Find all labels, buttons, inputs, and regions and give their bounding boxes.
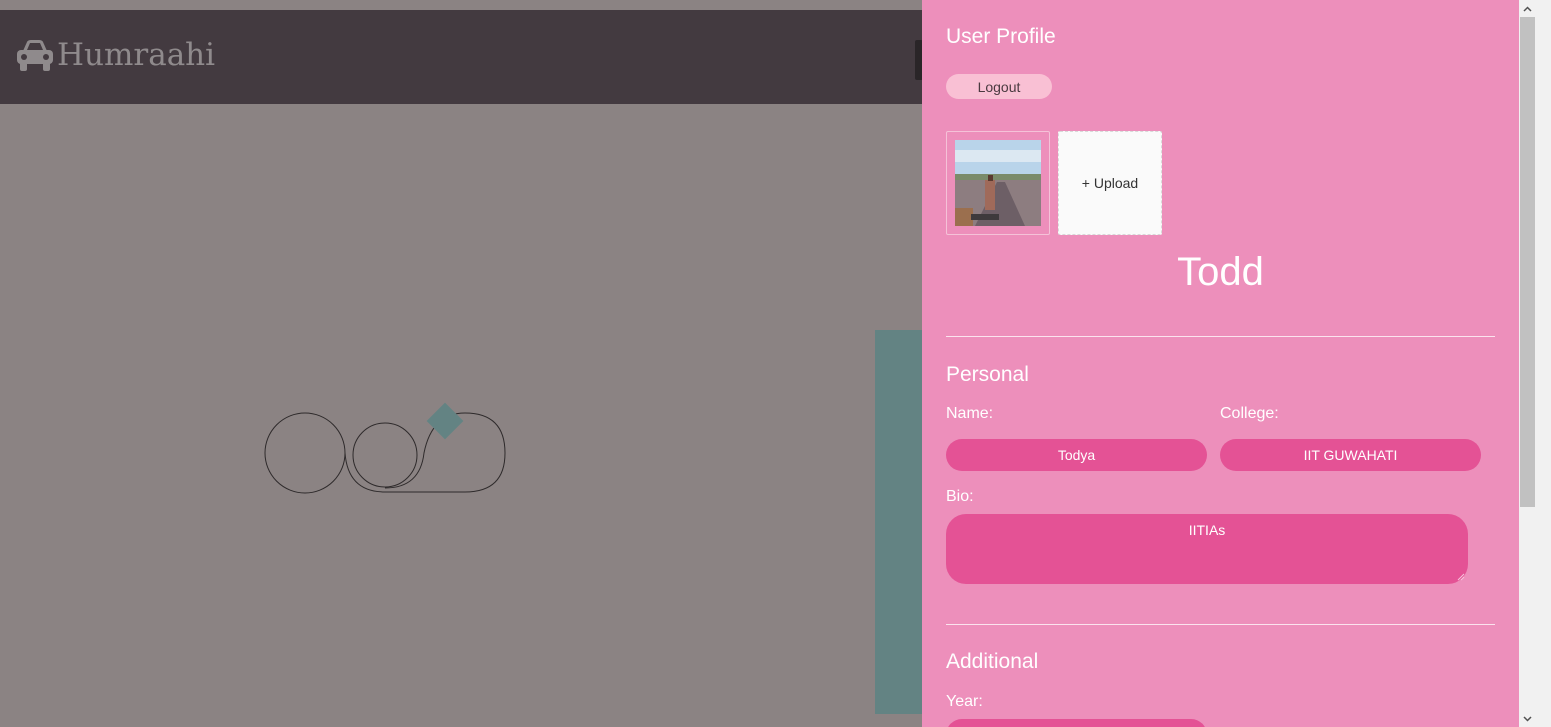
section-divider — [946, 624, 1495, 625]
scroll-down-icon[interactable] — [1519, 710, 1536, 727]
profile-photo-card[interactable] — [946, 131, 1050, 235]
profile-display-name: Todd — [1177, 250, 1264, 294]
navbar: Humraahi — [0, 10, 923, 104]
college-label: College: — [1220, 405, 1279, 422]
scroll-up-icon[interactable] — [1519, 0, 1536, 17]
profile-photo — [955, 140, 1041, 226]
section-divider — [946, 336, 1495, 337]
name-label: Name: — [946, 405, 994, 422]
logout-button[interactable]: Logout — [946, 74, 1052, 99]
resize-grip-icon[interactable] — [1457, 573, 1465, 581]
car-icon — [17, 40, 53, 71]
brand-name: Humraahi — [57, 37, 216, 73]
user-profile-drawer: User Profile Logout + Upload Todd Person… — [922, 0, 1519, 727]
year-label: Year: — [946, 693, 983, 710]
drawer-title: User Profile — [946, 25, 1056, 48]
scrollbar-thumb[interactable] — [1520, 17, 1535, 507]
background-card — [875, 330, 922, 714]
loading-spinner — [264, 402, 506, 494]
scrollbar[interactable] — [1519, 0, 1551, 727]
bio-field[interactable]: IITIAs — [946, 514, 1468, 584]
college-field[interactable] — [1220, 439, 1481, 471]
brand-logo[interactable]: Humraahi — [15, 34, 215, 76]
bio-label: Bio: — [946, 488, 974, 505]
name-field[interactable] — [946, 439, 1207, 471]
year-field[interactable] — [946, 719, 1207, 727]
section-title-personal: Personal — [946, 363, 1029, 386]
upload-button[interactable]: + Upload — [1058, 131, 1162, 235]
section-title-additional: Additional — [946, 650, 1039, 673]
